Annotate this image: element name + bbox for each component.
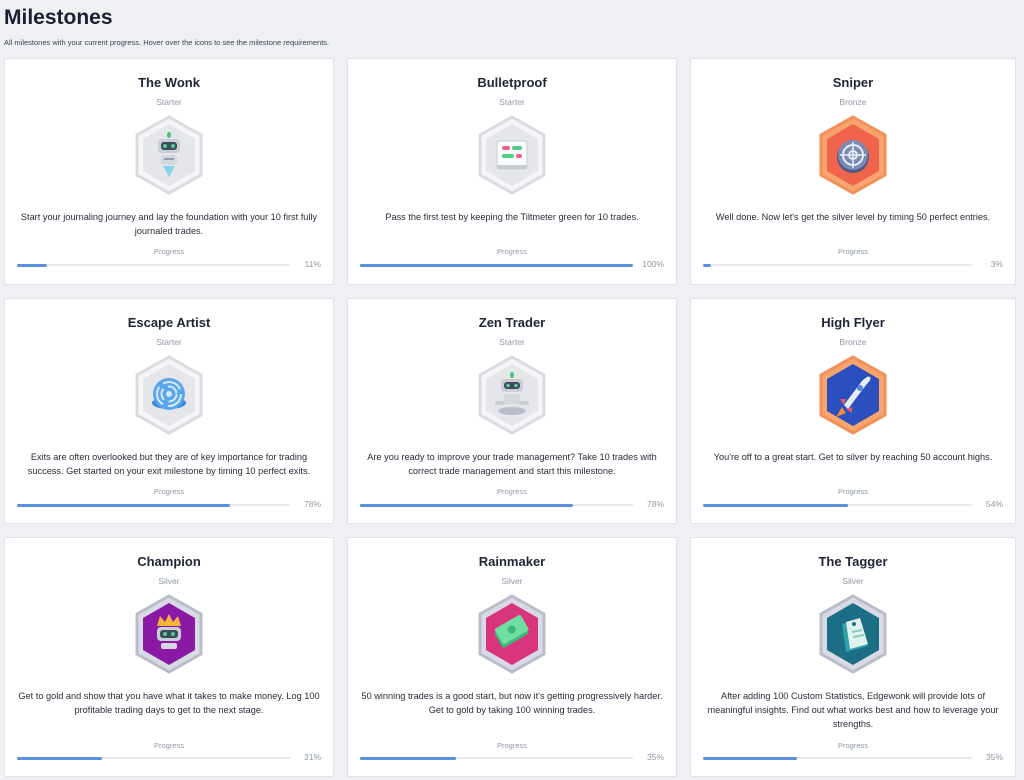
progress-fill: [360, 263, 633, 267]
progress-label: Progress: [496, 247, 527, 256]
progress-percent: 3%: [990, 259, 1003, 269]
milestone-title: Sniper: [832, 75, 874, 90]
maze-icon[interactable]: [134, 355, 204, 435]
progress-fill: [17, 503, 230, 507]
progress-percent: 78%: [646, 499, 664, 509]
milestone-tier: Silver: [842, 576, 864, 586]
meditating-robot-icon[interactable]: [477, 355, 547, 435]
milestone-description: Are you ready to improve your trade mana…: [367, 452, 657, 476]
progress-bar: [360, 263, 633, 267]
progress-percent: 35%: [985, 752, 1003, 762]
milestone-description: After adding 100 Custom Statistics, Edge…: [707, 691, 999, 729]
progress-percent: 100%: [642, 259, 664, 269]
progress-label: Progress: [153, 487, 184, 496]
milestone-description: Well done. Now let's get the silver leve…: [715, 212, 991, 222]
milestone-title: Zen Trader: [478, 315, 546, 330]
milestone-description: 50 winning trades is a good start, but n…: [361, 691, 663, 715]
progress-fill: [703, 503, 849, 507]
progress-label: Progress: [153, 741, 184, 750]
progress-fill: [703, 263, 712, 267]
milestone-card-the-tagger: The Tagger Silver After adding 100 Custo…: [690, 537, 1016, 777]
milestone-tier: Silver: [501, 576, 523, 586]
progress-fill: [17, 756, 102, 760]
progress-fill: [703, 756, 798, 760]
milestone-title: The Wonk: [138, 75, 200, 90]
progress-label: Progress: [496, 741, 527, 750]
progress-fill: [17, 263, 48, 267]
tag-icon[interactable]: [818, 594, 888, 674]
progress-percent: 35%: [646, 752, 664, 762]
progress-percent: 11%: [304, 259, 321, 269]
progress-bar: [703, 756, 972, 760]
milestone-card-the-wonk: The Wonk Starter Start your journaling j…: [4, 58, 334, 285]
milestone-description: Exits are often overlooked but they are …: [27, 452, 311, 476]
milestone-description: Start your journaling journey and lay th…: [20, 212, 318, 236]
milestone-title: Bulletproof: [477, 75, 547, 90]
progress-bar: [703, 503, 972, 507]
robot-icon[interactable]: [134, 115, 204, 195]
milestone-title: Champion: [137, 554, 201, 569]
progress-label: Progress: [153, 247, 184, 256]
progress-percent: 31%: [303, 752, 321, 762]
page-title: Milestones: [4, 6, 113, 29]
page-subtitle: All milestones with your current progres…: [4, 38, 330, 47]
progress-label: Progress: [837, 247, 868, 256]
milestone-tier: Starter: [499, 337, 525, 347]
progress-percent: 54%: [985, 499, 1003, 509]
tiltmeter-icon[interactable]: [477, 115, 547, 195]
milestone-tier: Silver: [158, 576, 180, 586]
progress-label: Progress: [837, 487, 868, 496]
milestone-card-champion: Champion Silver Get to gold and show tha…: [4, 537, 334, 777]
milestone-tier: Starter: [156, 337, 182, 347]
progress-bar: [703, 263, 972, 267]
milestone-tier: Bronze: [839, 97, 867, 107]
milestone-title: Rainmaker: [478, 554, 546, 569]
progress-label: Progress: [837, 741, 868, 750]
milestone-title: The Tagger: [818, 554, 888, 569]
crowned-robot-icon[interactable]: [134, 594, 204, 674]
milestone-card-rainmaker: Rainmaker Silver 50 winning trades is a …: [347, 537, 677, 777]
progress-bar: [17, 503, 290, 507]
milestone-title: Escape Artist: [127, 315, 211, 330]
progress-percent: 78%: [303, 499, 321, 509]
progress-bar: [360, 756, 633, 760]
milestone-card-escape-artist: Escape Artist Starter Exits are often ov…: [4, 298, 334, 524]
progress-label: Progress: [496, 487, 527, 496]
rocket-icon[interactable]: [818, 355, 888, 435]
milestone-description: Get to gold and show that you have what …: [18, 691, 320, 715]
milestone-card-high-flyer: High Flyer Bronze You're off to a great …: [690, 298, 1016, 524]
milestone-card-sniper: Sniper Bronze Well done. Now let's get t…: [690, 58, 1016, 285]
money-icon[interactable]: [477, 594, 547, 674]
progress-fill: [360, 756, 456, 760]
milestone-card-bulletproof: Bulletproof Starter Pass the first test …: [347, 58, 677, 285]
milestone-grid: The Wonk Starter Start your journaling j…: [4, 58, 1024, 780]
milestone-card-zen-trader: Zen Trader Starter Are you ready to impr…: [347, 298, 677, 524]
progress-bar: [17, 756, 290, 760]
milestone-title: High Flyer: [821, 315, 885, 330]
milestone-description: You're off to a great start. Get to silv…: [713, 452, 993, 462]
milestone-description: Pass the first test by keeping the Tiltm…: [385, 212, 639, 222]
milestone-tier: Starter: [499, 97, 525, 107]
progress-bar: [17, 263, 290, 267]
milestone-tier: Bronze: [839, 337, 867, 347]
progress-bar: [360, 503, 633, 507]
crosshair-icon[interactable]: [818, 115, 888, 195]
progress-fill: [360, 503, 573, 507]
milestone-tier: Starter: [156, 97, 182, 107]
